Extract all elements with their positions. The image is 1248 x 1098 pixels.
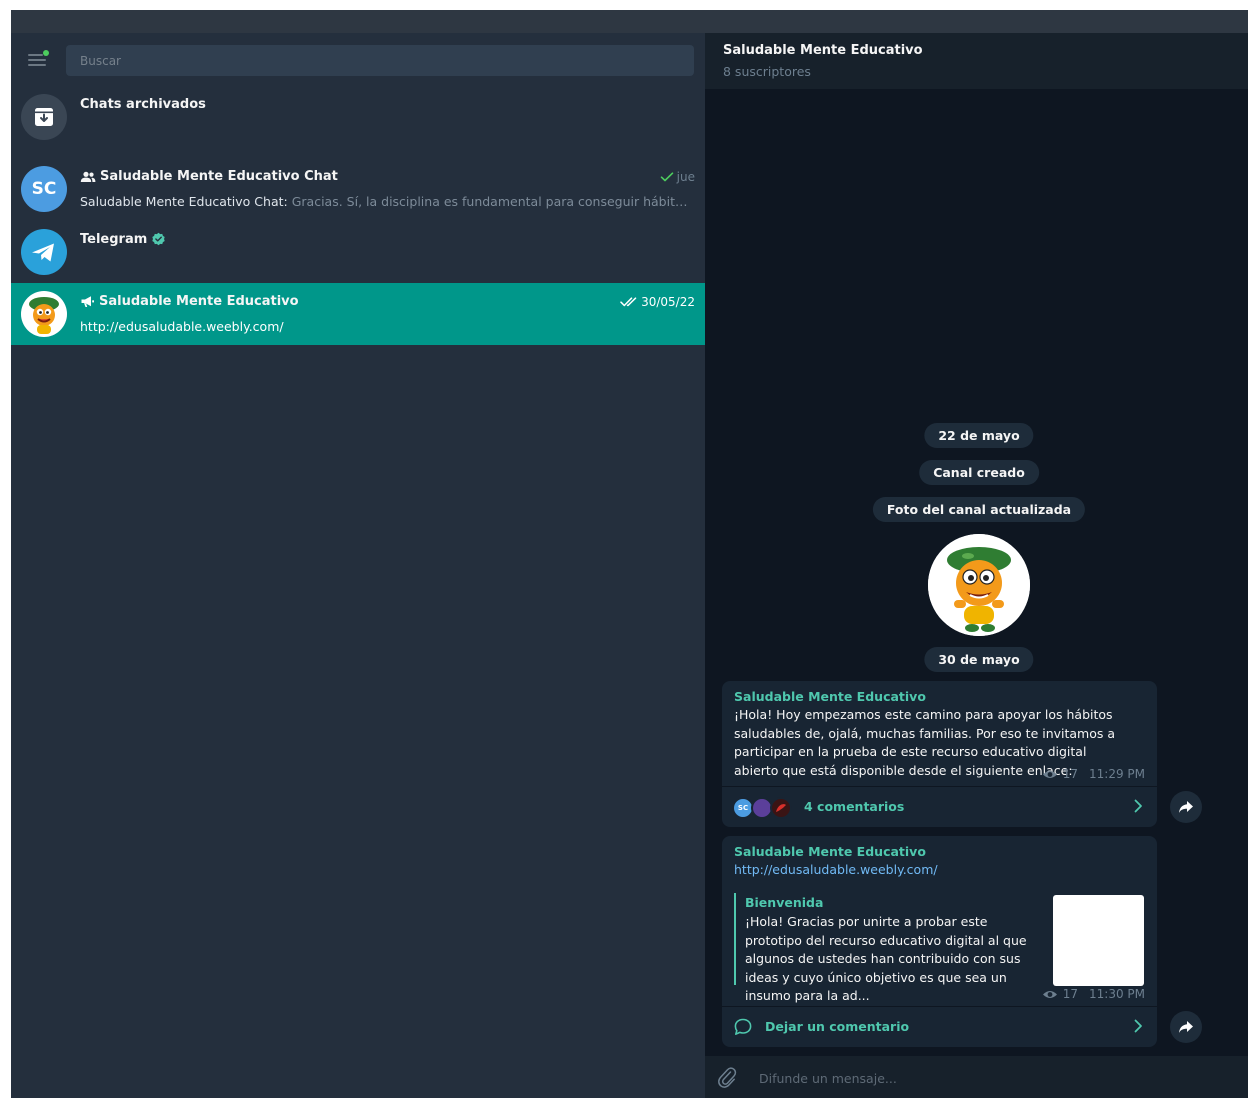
- comments-label: Dejar un comentario: [765, 1019, 910, 1034]
- message-input[interactable]: [757, 1064, 1231, 1092]
- message-bubble[interactable]: Saludable Mente Educativo ¡Hola! Hoy emp…: [722, 681, 1157, 827]
- leave-comment-button[interactable]: Dejar un comentario: [722, 1007, 1157, 1047]
- title-bar: [11, 10, 1248, 33]
- service-message-photo-updated: Foto del canal actualizada: [872, 497, 1086, 522]
- message-time: 11:30 PM: [1089, 987, 1145, 1001]
- verified-icon: [152, 232, 165, 246]
- message-author: Saludable Mente Educativo: [734, 844, 926, 859]
- chat-title: Saludable Mente Educativo Chat: [100, 169, 338, 184]
- conversation-panel: Saludable Mente Educativo 8 suscriptores…: [705, 33, 1248, 1098]
- preview-text: ¡Hola! Gracias por unirte a probar este …: [745, 914, 1027, 1003]
- subscriber-count: 8 suscriptores: [723, 64, 811, 79]
- chat-date-text: 30/05/22: [641, 295, 695, 309]
- chat-row-archived[interactable]: Chats archivados: [11, 86, 705, 148]
- chat-title-row: Saludable Mente Educativo: [80, 294, 299, 309]
- view-count: 17: [1062, 767, 1078, 781]
- avatar: SC: [21, 166, 67, 212]
- preview-thumbnail: [1053, 895, 1144, 986]
- eye-icon: [1042, 990, 1057, 998]
- date-divider: 22 de mayo: [924, 423, 1034, 448]
- chat-date: 30/05/22: [620, 295, 695, 309]
- avatar-initials: SC: [31, 179, 57, 199]
- chat-header[interactable]: Saludable Mente Educativo 8 suscriptores: [705, 33, 1248, 89]
- preview-title: Bienvenida: [745, 895, 824, 910]
- chat-preview: Saludable Mente Educativo Chat: Gracias.…: [80, 194, 695, 209]
- service-message-created: Canal creado: [919, 460, 1039, 485]
- comments-label: 4 comentarios: [804, 799, 905, 814]
- chat-date-text: jue: [676, 170, 695, 184]
- eye-icon: [1042, 770, 1057, 778]
- archive-icon: [21, 94, 67, 140]
- chat-title: Telegram: [80, 232, 148, 247]
- group-icon: [80, 171, 96, 182]
- chat-title: Chats archivados: [80, 97, 206, 112]
- link-preview[interactable]: Bienvenida ¡Hola! Gracias por unirte a p…: [734, 893, 1146, 1003]
- comment-bubble-icon: [734, 1018, 752, 1035]
- chat-row-saludable-channel[interactable]: Saludable Mente Educativo 30/05/22 http:…: [11, 283, 705, 345]
- commenter-initials: SC: [737, 804, 749, 812]
- message-composer: [705, 1056, 1248, 1098]
- preview-text: Gracias. Sí, la disciplina es fundamenta…: [291, 194, 695, 209]
- chevron-right-icon: [1134, 1019, 1142, 1033]
- share-arrow-icon: [1179, 801, 1193, 813]
- chat-preview: http://edusaludable.weebly.com/: [80, 319, 284, 334]
- paperclip-icon[interactable]: [717, 1066, 737, 1088]
- message-time: 11:29 PM: [1089, 767, 1145, 781]
- view-count: 17: [1062, 987, 1078, 1001]
- chevron-right-icon: [1134, 799, 1142, 813]
- chat-date: jue: [660, 170, 695, 184]
- chat-row-saludable-chat[interactable]: SC Saludable Mente Educativo Chat jue Sa…: [11, 158, 705, 220]
- message-bubble[interactable]: Saludable Mente Educativo http://edusalu…: [722, 836, 1157, 1047]
- commenter-avatar: [770, 797, 792, 819]
- menu-icon[interactable]: [25, 50, 49, 71]
- share-button[interactable]: [1170, 791, 1202, 823]
- message-link[interactable]: http://edusaludable.weebly.com/: [734, 862, 938, 877]
- channel-title: Saludable Mente Educativo: [723, 43, 923, 58]
- preview-sender: Saludable Mente Educativo Chat:: [80, 194, 288, 209]
- message-author: Saludable Mente Educativo: [734, 689, 926, 704]
- share-arrow-icon: [1179, 1021, 1193, 1033]
- message-meta: 17 11:30 PM: [1042, 987, 1145, 1001]
- comments-button[interactable]: SC 4 comentarios: [722, 787, 1157, 827]
- chat-title-row: Saludable Mente Educativo Chat: [80, 169, 338, 184]
- check-icon: [660, 172, 673, 182]
- message-meta: 17 11:29 PM: [1042, 767, 1145, 781]
- telegram-logo-icon: [21, 229, 67, 275]
- channel-photo[interactable]: [928, 534, 1030, 636]
- channel-megaphone-icon: [81, 296, 94, 307]
- date-divider: 30 de mayo: [924, 647, 1034, 672]
- chat-row-telegram[interactable]: Telegram: [11, 221, 705, 283]
- telegram-window: Chats archivados SC Saludable Mente Educ…: [11, 10, 1248, 1098]
- chat-title-row: Telegram: [80, 232, 166, 247]
- chat-list-panel: Chats archivados SC Saludable Mente Educ…: [11, 33, 705, 1098]
- share-button[interactable]: [1170, 1011, 1202, 1043]
- search-input[interactable]: [66, 45, 694, 76]
- chat-title: Saludable Mente Educativo: [99, 294, 299, 309]
- double-check-icon: [620, 297, 637, 307]
- channel-avatar: [21, 291, 67, 337]
